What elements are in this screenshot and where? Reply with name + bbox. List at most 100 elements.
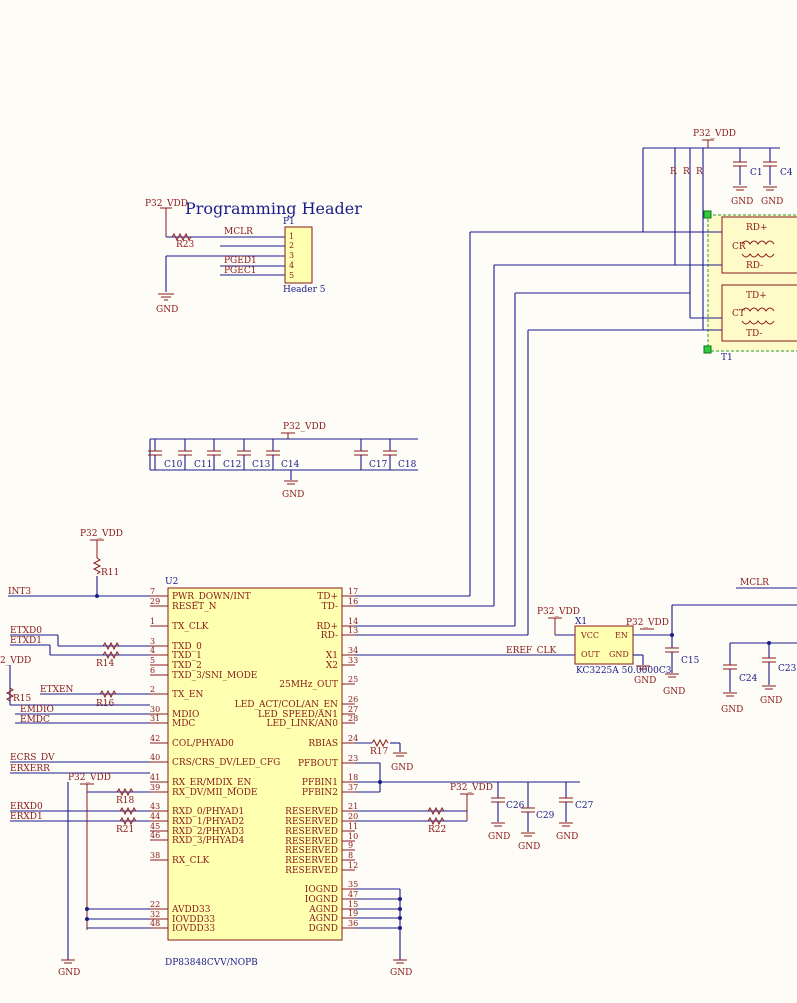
svg-text:GND: GND [390,968,412,978]
svg-text:3: 3 [289,251,294,260]
svg-text:MCLR: MCLR [740,578,769,588]
u2-pin-number: 38 [150,851,160,860]
u2-pin-name: PWR_DOWN/INT [172,592,251,602]
svg-text:C14: C14 [281,460,300,470]
u2-pin-number: 46 [150,831,160,840]
svg-text:GND: GND [391,763,413,773]
u2-pin-number: 47 [348,890,358,899]
u2-pin-name: DGND [309,924,339,934]
svg-text:P32_VDD: P32_VDD [693,129,736,139]
cap-bank: P32_VDD C10 C11 C12 C13 C14 C17 C18 GND [148,422,418,500]
svg-text:C26: C26 [506,801,525,811]
svg-text:C11: C11 [194,460,212,470]
u2-pin-name: RESET_N [172,602,217,612]
svg-text:R: R [696,167,703,177]
u2-pin-number: 20 [348,812,358,821]
svg-text:GND: GND [663,687,685,697]
u2-pin-number: 31 [150,714,160,723]
u2-pin-name: IOVDD33 [172,924,215,934]
u2-pin-name: PFBIN1 [302,778,338,788]
svg-text:2: 2 [289,241,294,250]
net-mclr-label: MCLR [224,227,253,237]
u2-pin-name: RESERVED [285,846,338,856]
svg-text:EREF_CLK: EREF_CLK [506,646,557,656]
u2-pin-name: RX_DV/MII_MODE [172,788,257,798]
u2-pin-number: 11 [348,822,358,831]
svg-text:GND: GND [761,197,783,207]
t1-ref-label: T1 [721,353,733,363]
u2-pin-number: 3 [150,637,155,646]
u2-pin-name: 25MHz_OUT [279,680,338,690]
u2-pin-number: 9 [348,841,353,850]
svg-text:R: R [670,167,677,177]
u2-phy-ic: P32_VDD R11 INT3 U2 DP83848CVV/NOPB 7PWR… [0,529,594,978]
u2-pin-name: RESERVED [285,856,338,866]
u2-pin-number: 18 [348,773,358,782]
svg-text:5: 5 [289,271,294,280]
u2-pin-number: 8 [348,851,353,860]
u2-pin-name: TXD_1 [172,651,202,661]
r23-label: R23 [176,240,195,250]
svg-text:C23: C23 [778,664,797,674]
u2-pin-name: RXD_0/PHYAD1 [172,807,244,817]
u2-pin-name: PFBOUT [298,759,338,769]
svg-text:GND: GND [721,705,743,715]
svg-text:P32_VDD: P32_VDD [450,783,493,793]
svg-text:RD+: RD+ [746,223,768,233]
net-pgec1-label: PGEC1 [224,266,256,276]
u2-pin-number: 23 [348,754,358,763]
u2-pin-name: RESERVED [285,807,338,817]
u2-pin-name: MDC [172,719,195,729]
u2-pin-number: 10 [348,832,358,841]
u2-pin-name: TX_CLK [172,622,209,632]
svg-text:2_VDD: 2_VDD [0,656,31,666]
u2-pin-number: 21 [348,802,358,811]
u2-pin-number: 35 [348,880,358,889]
u2-pin-name: RX_CLK [172,856,210,866]
diff-pair-traces [355,231,703,636]
svg-text:TD+: TD+ [746,291,767,301]
u2-pin-number: 28 [348,714,358,723]
u2-pin-number: 14 [348,617,358,626]
svg-text:R15: R15 [13,694,32,704]
svg-text:GND: GND [609,650,629,659]
u2-pin-number: 6 [150,666,155,675]
svg-text:R11: R11 [101,568,119,578]
net-pged1-label: PGED1 [224,256,257,266]
u2-pin-name: RBIAS [308,739,338,749]
u2-pin-number: 22 [150,900,160,909]
u2-pin-name: IOGND [305,885,338,895]
svg-text:GND: GND [731,197,753,207]
header-gnd-label: GND [156,305,178,315]
u2-pin-name: TX_EN [172,690,203,700]
svg-text:1: 1 [289,232,294,241]
svg-text:GND: GND [518,842,540,852]
svg-text:C10: C10 [164,460,183,470]
u2-pin-number: 27 [348,705,358,714]
u2-pin-number: 44 [150,812,160,821]
u2-pin-number: 2 [150,685,155,694]
svg-text:R14: R14 [96,659,115,669]
u2-pin-name: LED_ACT/COL/AN_EN [235,700,338,710]
u2-pin-number: 24 [348,734,358,743]
svg-text:GND: GND [634,676,656,686]
svg-text:EN: EN [615,631,628,640]
svg-text:GND: GND [282,490,304,500]
u2-pin-number: 15 [348,900,358,909]
svg-text:C4: C4 [780,168,793,178]
u2-pin-name: LED_LINK/AN0 [266,719,338,729]
u2-pin-name: TD+ [317,592,338,602]
u2-pin-number: 39 [150,783,160,792]
svg-text:C1: C1 [750,168,763,178]
svg-text:GND: GND [58,968,80,978]
svg-text:R16: R16 [96,699,115,709]
u2-pin-name: COL/PHYAD0 [172,739,234,749]
u2-pin-name: RESERVED [285,817,338,827]
svg-text:P32_VDD: P32_VDD [68,773,111,783]
svg-text:R: R [683,167,690,177]
u2-pin-name: RXD_3/PHYAD4 [172,836,245,846]
svg-text:R22: R22 [428,825,446,835]
u2-pin-number: 45 [150,822,160,831]
svg-text:R17: R17 [370,747,389,757]
u2-pin-name: X1 [326,651,338,661]
